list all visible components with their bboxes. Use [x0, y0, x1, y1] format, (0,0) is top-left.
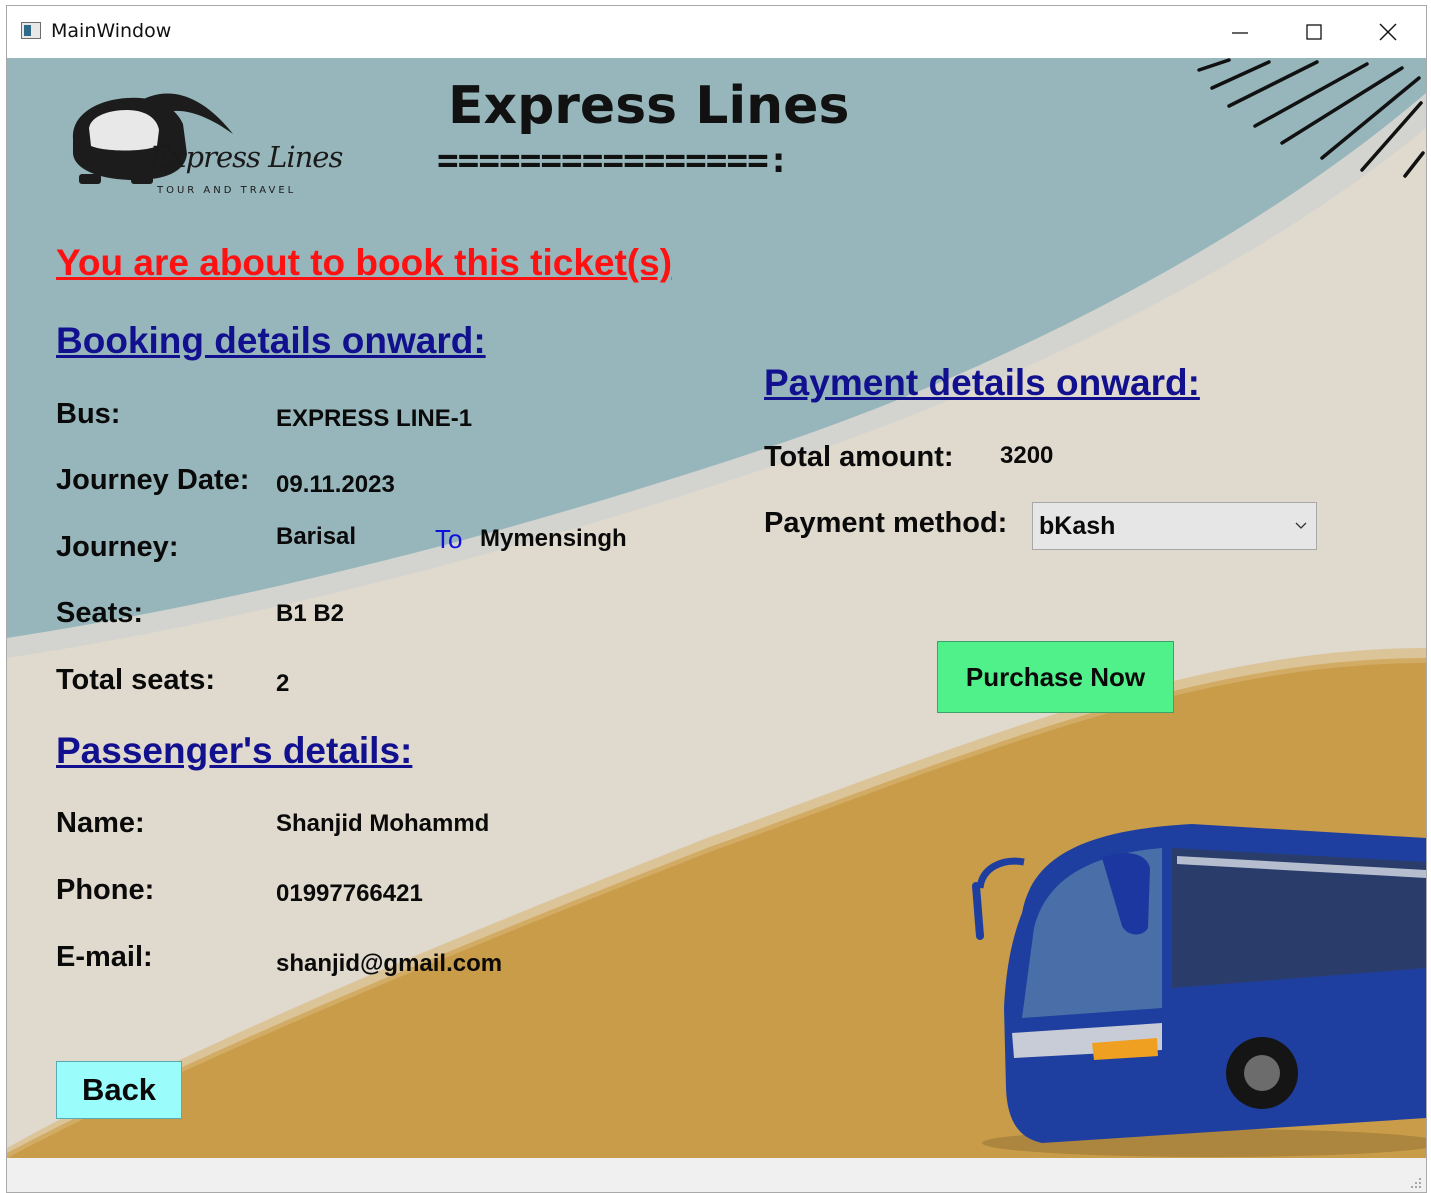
resize-grip-icon[interactable] — [1408, 1175, 1422, 1189]
phone-value: 01997766421 — [276, 880, 423, 907]
maximize-button[interactable] — [1278, 6, 1350, 58]
journey-date-label: Journey Date: — [56, 464, 250, 496]
email-value: shanjid@gmail.com — [276, 950, 503, 977]
seats-value: B1 B2 — [276, 600, 345, 627]
bus-value: EXPRESS LINE-1 — [276, 405, 473, 432]
payment-method-select[interactable]: bKash — [1032, 502, 1317, 550]
payment-method-label: Payment method: — [764, 507, 1008, 539]
journey-from-value: Barisal — [276, 523, 357, 550]
payment-heading: Payment details onward: — [764, 362, 1200, 403]
journey-to-value: Mymensingh — [480, 525, 627, 552]
phone-label: Phone: — [56, 874, 155, 906]
brand-logo — [65, 84, 245, 193]
booking-warning: You are about to book this ticket(s) — [56, 242, 673, 283]
title-underline-rule: ================: — [437, 140, 789, 181]
journey-date-value: 09.11.2023 — [276, 471, 395, 498]
passenger-heading: Passenger's details: — [56, 730, 413, 771]
total-amount-value: 3200 — [1000, 442, 1054, 469]
logo-subtext: TOUR AND TRAVEL — [157, 185, 297, 196]
main-window: MainWindow Express Lines TOUR AND TRAVEL… — [6, 5, 1427, 1193]
logo-text: Express Lines — [150, 140, 343, 174]
close-button[interactable] — [1352, 6, 1424, 58]
chevron-down-icon — [1295, 522, 1307, 529]
total-amount-label: Total amount: — [764, 441, 954, 473]
name-value: Shanjid Mohammd — [276, 810, 490, 837]
bus-label: Bus: — [56, 398, 121, 430]
booking-confirmation-panel: Express Lines TOUR AND TRAVEL Express Li… — [7, 58, 1426, 1158]
email-label: E-mail: — [56, 941, 153, 973]
close-icon — [1379, 23, 1397, 41]
bus-photo — [972, 824, 1426, 1157]
minimize-icon — [1232, 32, 1248, 34]
total-seats-value: 2 — [276, 670, 290, 697]
app-icon — [21, 22, 41, 39]
window-title: MainWindow — [51, 20, 172, 42]
total-seats-label: Total seats: — [56, 664, 216, 696]
journey-to-label: To — [435, 524, 463, 554]
back-button[interactable]: Back — [56, 1061, 182, 1119]
purchase-now-button[interactable]: Purchase Now — [937, 641, 1174, 713]
seats-label: Seats: — [56, 597, 144, 629]
booking-heading: Booking details onward: — [56, 320, 486, 361]
maximize-icon — [1306, 24, 1322, 40]
app-title: Express Lines — [448, 76, 850, 136]
journey-label: Journey: — [56, 531, 179, 563]
status-bar — [7, 1158, 1426, 1192]
payment-method-value: bKash — [1039, 511, 1116, 540]
title-bar[interactable]: MainWindow — [7, 6, 1426, 58]
name-label: Name: — [56, 807, 145, 839]
minimize-button[interactable] — [1204, 6, 1276, 58]
